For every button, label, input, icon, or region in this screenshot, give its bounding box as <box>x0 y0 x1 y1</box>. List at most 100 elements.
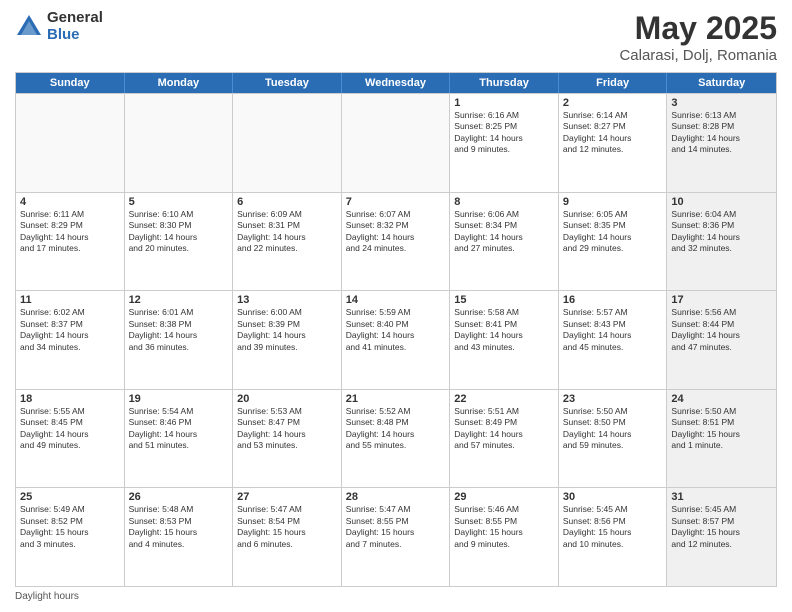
logo-general: General <box>47 10 103 27</box>
title-block: May 2025 Calarasi, Dolj, Romania <box>619 10 777 64</box>
cal-cell-7: 7Sunrise: 6:07 AM Sunset: 8:32 PM Daylig… <box>342 193 451 291</box>
day-number: 14 <box>346 294 446 306</box>
cal-cell-18: 18Sunrise: 5:55 AM Sunset: 8:45 PM Dayli… <box>16 390 125 488</box>
header-day-monday: Monday <box>125 73 234 93</box>
cal-cell-empty-0-3 <box>342 94 451 192</box>
day-number: 26 <box>129 491 229 503</box>
day-number: 5 <box>129 196 229 208</box>
cell-content: Sunrise: 5:47 AM Sunset: 8:55 PM Dayligh… <box>346 504 446 550</box>
day-number: 27 <box>237 491 337 503</box>
cal-cell-28: 28Sunrise: 5:47 AM Sunset: 8:55 PM Dayli… <box>342 488 451 586</box>
cal-cell-31: 31Sunrise: 5:45 AM Sunset: 8:57 PM Dayli… <box>667 488 776 586</box>
cell-content: Sunrise: 6:14 AM Sunset: 8:27 PM Dayligh… <box>563 110 663 156</box>
logo-blue: Blue <box>47 27 103 44</box>
cal-cell-9: 9Sunrise: 6:05 AM Sunset: 8:35 PM Daylig… <box>559 193 668 291</box>
cal-cell-4: 4Sunrise: 6:11 AM Sunset: 8:29 PM Daylig… <box>16 193 125 291</box>
cal-cell-27: 27Sunrise: 5:47 AM Sunset: 8:54 PM Dayli… <box>233 488 342 586</box>
day-number: 31 <box>671 491 772 503</box>
cal-cell-14: 14Sunrise: 5:59 AM Sunset: 8:40 PM Dayli… <box>342 291 451 389</box>
calendar-row-2: 11Sunrise: 6:02 AM Sunset: 8:37 PM Dayli… <box>16 290 776 389</box>
day-number: 1 <box>454 97 554 109</box>
cal-cell-30: 30Sunrise: 5:45 AM Sunset: 8:56 PM Dayli… <box>559 488 668 586</box>
cal-cell-23: 23Sunrise: 5:50 AM Sunset: 8:50 PM Dayli… <box>559 390 668 488</box>
day-number: 7 <box>346 196 446 208</box>
day-number: 3 <box>671 97 772 109</box>
header-day-friday: Friday <box>559 73 668 93</box>
cell-content: Sunrise: 5:56 AM Sunset: 8:44 PM Dayligh… <box>671 307 772 353</box>
day-number: 2 <box>563 97 663 109</box>
cal-cell-25: 25Sunrise: 5:49 AM Sunset: 8:52 PM Dayli… <box>16 488 125 586</box>
calendar-body: 1Sunrise: 6:16 AM Sunset: 8:25 PM Daylig… <box>16 93 776 586</box>
day-number: 15 <box>454 294 554 306</box>
cal-cell-empty-0-1 <box>125 94 234 192</box>
cell-content: Sunrise: 6:16 AM Sunset: 8:25 PM Dayligh… <box>454 110 554 156</box>
cal-cell-12: 12Sunrise: 6:01 AM Sunset: 8:38 PM Dayli… <box>125 291 234 389</box>
cell-content: Sunrise: 6:11 AM Sunset: 8:29 PM Dayligh… <box>20 209 120 255</box>
cal-cell-1: 1Sunrise: 6:16 AM Sunset: 8:25 PM Daylig… <box>450 94 559 192</box>
cal-cell-21: 21Sunrise: 5:52 AM Sunset: 8:48 PM Dayli… <box>342 390 451 488</box>
calendar-header: SundayMondayTuesdayWednesdayThursdayFrid… <box>16 73 776 93</box>
header-day-sunday: Sunday <box>16 73 125 93</box>
calendar-row-4: 25Sunrise: 5:49 AM Sunset: 8:52 PM Dayli… <box>16 487 776 586</box>
cell-content: Sunrise: 5:45 AM Sunset: 8:56 PM Dayligh… <box>563 504 663 550</box>
logo-icon <box>15 13 43 41</box>
day-number: 13 <box>237 294 337 306</box>
day-number: 21 <box>346 393 446 405</box>
cal-cell-19: 19Sunrise: 5:54 AM Sunset: 8:46 PM Dayli… <box>125 390 234 488</box>
cell-content: Sunrise: 6:10 AM Sunset: 8:30 PM Dayligh… <box>129 209 229 255</box>
cell-content: Sunrise: 6:04 AM Sunset: 8:36 PM Dayligh… <box>671 209 772 255</box>
cell-content: Sunrise: 6:06 AM Sunset: 8:34 PM Dayligh… <box>454 209 554 255</box>
day-number: 25 <box>20 491 120 503</box>
cal-cell-11: 11Sunrise: 6:02 AM Sunset: 8:37 PM Dayli… <box>16 291 125 389</box>
day-number: 22 <box>454 393 554 405</box>
cell-content: Sunrise: 5:54 AM Sunset: 8:46 PM Dayligh… <box>129 406 229 452</box>
header-day-saturday: Saturday <box>667 73 776 93</box>
day-number: 6 <box>237 196 337 208</box>
cell-content: Sunrise: 5:46 AM Sunset: 8:55 PM Dayligh… <box>454 504 554 550</box>
location-title: Calarasi, Dolj, Romania <box>619 47 777 64</box>
cell-content: Sunrise: 5:52 AM Sunset: 8:48 PM Dayligh… <box>346 406 446 452</box>
day-number: 20 <box>237 393 337 405</box>
calendar-row-1: 4Sunrise: 6:11 AM Sunset: 8:29 PM Daylig… <box>16 192 776 291</box>
cal-cell-13: 13Sunrise: 6:00 AM Sunset: 8:39 PM Dayli… <box>233 291 342 389</box>
calendar-row-3: 18Sunrise: 5:55 AM Sunset: 8:45 PM Dayli… <box>16 389 776 488</box>
month-title: May 2025 <box>619 10 777 47</box>
day-number: 10 <box>671 196 772 208</box>
day-number: 16 <box>563 294 663 306</box>
cal-cell-26: 26Sunrise: 5:48 AM Sunset: 8:53 PM Dayli… <box>125 488 234 586</box>
day-number: 24 <box>671 393 772 405</box>
cell-content: Sunrise: 6:13 AM Sunset: 8:28 PM Dayligh… <box>671 110 772 156</box>
day-number: 30 <box>563 491 663 503</box>
cal-cell-15: 15Sunrise: 5:58 AM Sunset: 8:41 PM Dayli… <box>450 291 559 389</box>
calendar-row-0: 1Sunrise: 6:16 AM Sunset: 8:25 PM Daylig… <box>16 93 776 192</box>
cell-content: Sunrise: 5:57 AM Sunset: 8:43 PM Dayligh… <box>563 307 663 353</box>
cell-content: Sunrise: 6:02 AM Sunset: 8:37 PM Dayligh… <box>20 307 120 353</box>
cell-content: Sunrise: 5:50 AM Sunset: 8:51 PM Dayligh… <box>671 406 772 452</box>
cell-content: Sunrise: 6:05 AM Sunset: 8:35 PM Dayligh… <box>563 209 663 255</box>
cal-cell-5: 5Sunrise: 6:10 AM Sunset: 8:30 PM Daylig… <box>125 193 234 291</box>
cal-cell-2: 2Sunrise: 6:14 AM Sunset: 8:27 PM Daylig… <box>559 94 668 192</box>
calendar: SundayMondayTuesdayWednesdayThursdayFrid… <box>15 72 777 587</box>
cal-cell-24: 24Sunrise: 5:50 AM Sunset: 8:51 PM Dayli… <box>667 390 776 488</box>
cell-content: Sunrise: 5:59 AM Sunset: 8:40 PM Dayligh… <box>346 307 446 353</box>
cal-cell-16: 16Sunrise: 5:57 AM Sunset: 8:43 PM Dayli… <box>559 291 668 389</box>
cal-cell-6: 6Sunrise: 6:09 AM Sunset: 8:31 PM Daylig… <box>233 193 342 291</box>
day-number: 23 <box>563 393 663 405</box>
cal-cell-8: 8Sunrise: 6:06 AM Sunset: 8:34 PM Daylig… <box>450 193 559 291</box>
cal-cell-20: 20Sunrise: 5:53 AM Sunset: 8:47 PM Dayli… <box>233 390 342 488</box>
header-day-tuesday: Tuesday <box>233 73 342 93</box>
day-number: 8 <box>454 196 554 208</box>
header-day-thursday: Thursday <box>450 73 559 93</box>
day-number: 4 <box>20 196 120 208</box>
day-number: 17 <box>671 294 772 306</box>
cell-content: Sunrise: 6:01 AM Sunset: 8:38 PM Dayligh… <box>129 307 229 353</box>
cell-content: Sunrise: 5:48 AM Sunset: 8:53 PM Dayligh… <box>129 504 229 550</box>
cal-cell-empty-0-0 <box>16 94 125 192</box>
day-number: 11 <box>20 294 120 306</box>
header: General Blue May 2025 Calarasi, Dolj, Ro… <box>15 10 777 64</box>
cell-content: Sunrise: 5:51 AM Sunset: 8:49 PM Dayligh… <box>454 406 554 452</box>
cell-content: Sunrise: 6:07 AM Sunset: 8:32 PM Dayligh… <box>346 209 446 255</box>
logo: General Blue <box>15 10 103 43</box>
day-number: 28 <box>346 491 446 503</box>
cal-cell-17: 17Sunrise: 5:56 AM Sunset: 8:44 PM Dayli… <box>667 291 776 389</box>
